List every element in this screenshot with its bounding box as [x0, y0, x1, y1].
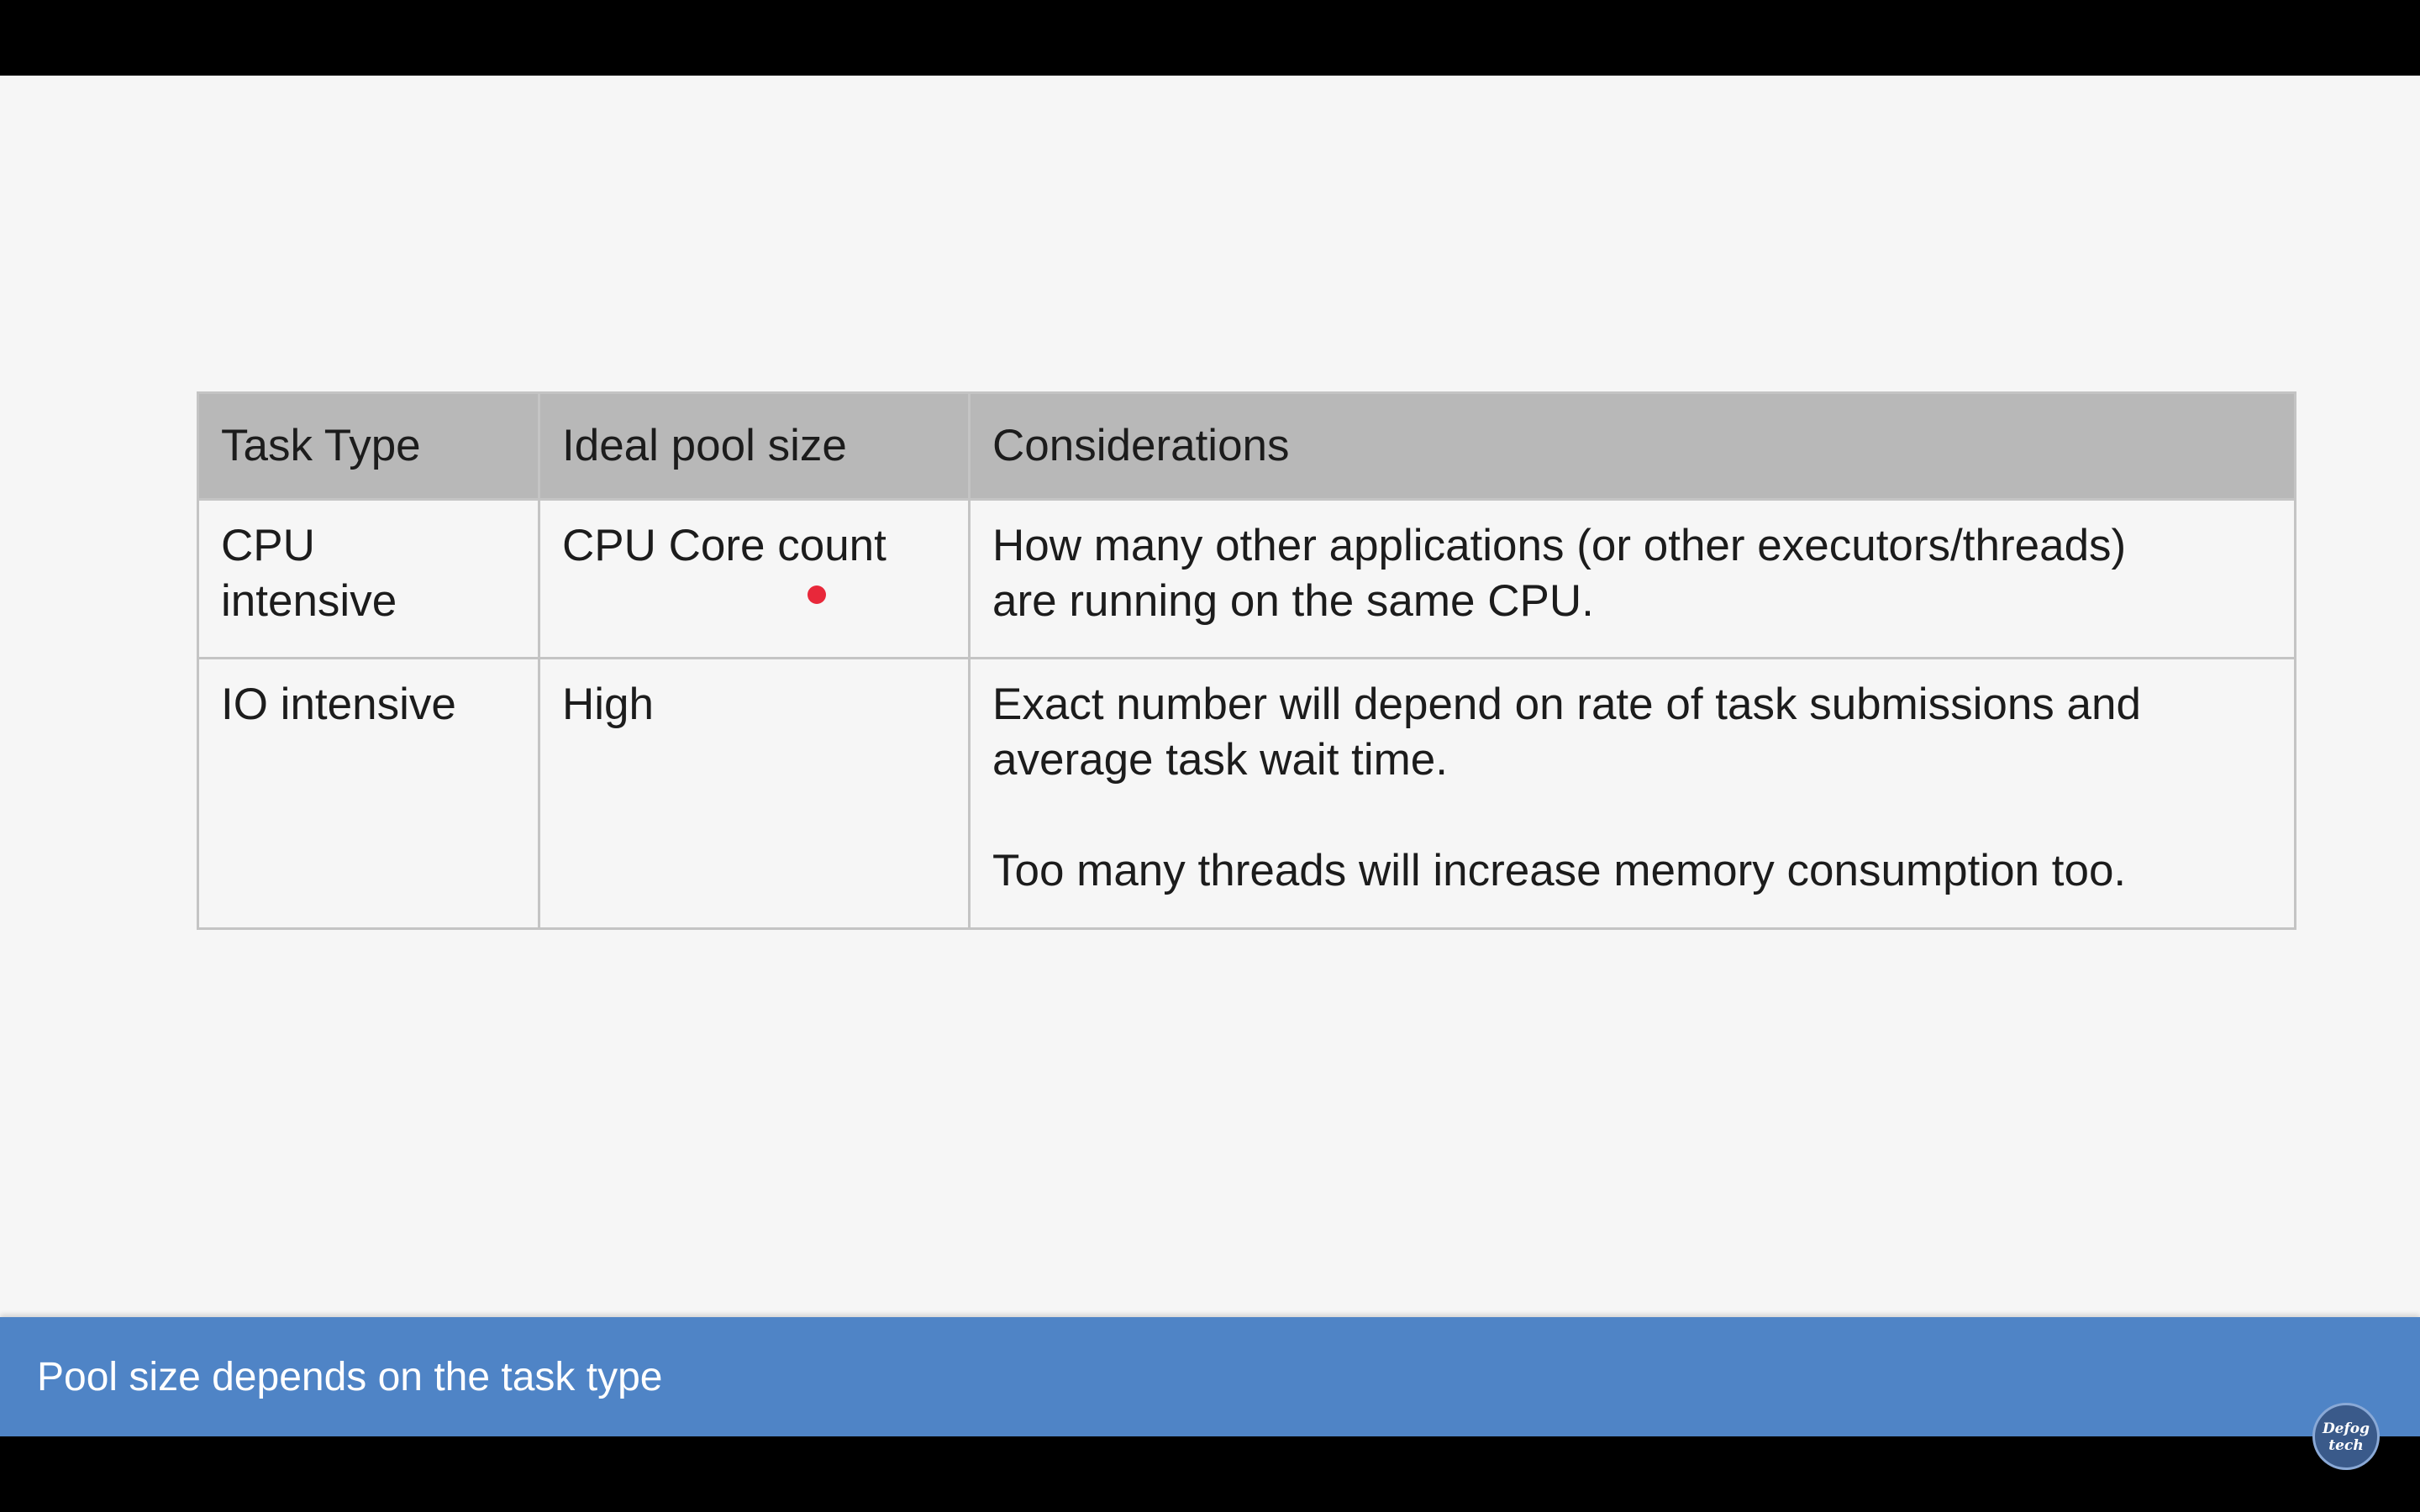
cell-task-type: IO intensive — [197, 657, 540, 930]
cell-pool-size: CPU Core count — [538, 498, 971, 659]
bottom-letterbox — [0, 1436, 2420, 1512]
header-ideal-pool-size: Ideal pool size — [538, 391, 971, 501]
table-row: IO intensive High Exact number will depe… — [197, 657, 2296, 930]
cell-line: Too many threads will increase memory co… — [992, 846, 2127, 895]
cell-line: average task wait time. — [992, 735, 1449, 785]
top-letterbox — [0, 0, 2420, 76]
cell-line: are running on the same CPU. — [992, 576, 1594, 626]
cell-task-type: CPU intensive — [197, 498, 540, 659]
header-considerations: Considerations — [968, 391, 2296, 501]
channel-logo: Defog tech — [2312, 1403, 2380, 1470]
logo-text-line2: tech — [2328, 1437, 2363, 1454]
logo-text-line1: Defog — [2322, 1420, 2370, 1437]
laser-pointer-dot — [808, 585, 826, 604]
cell-considerations: How many other applications (or other ex… — [968, 498, 2296, 659]
cell-line: Exact number will depend on rate of task… — [992, 680, 2141, 729]
cell-line: CPU — [221, 521, 315, 570]
cell-pool-size: High — [538, 657, 971, 930]
cell-line: How many other applications (or other ex… — [992, 521, 2127, 570]
header-task-type: Task Type — [197, 391, 540, 501]
caption-bar: Pool size depends on the task type — [0, 1317, 2420, 1436]
table-header-row: Task Type Ideal pool size Considerations — [197, 391, 2296, 501]
cell-line: intensive — [221, 576, 397, 626]
pool-size-table: Task Type Ideal pool size Considerations… — [197, 391, 2296, 930]
cell-considerations: Exact number will depend on rate of task… — [968, 657, 2296, 930]
caption-text: Pool size depends on the task type — [37, 1355, 663, 1399]
logo-icon: Defog tech — [2322, 1420, 2370, 1454]
table-row: CPU intensive CPU Core count How many ot… — [197, 498, 2296, 659]
